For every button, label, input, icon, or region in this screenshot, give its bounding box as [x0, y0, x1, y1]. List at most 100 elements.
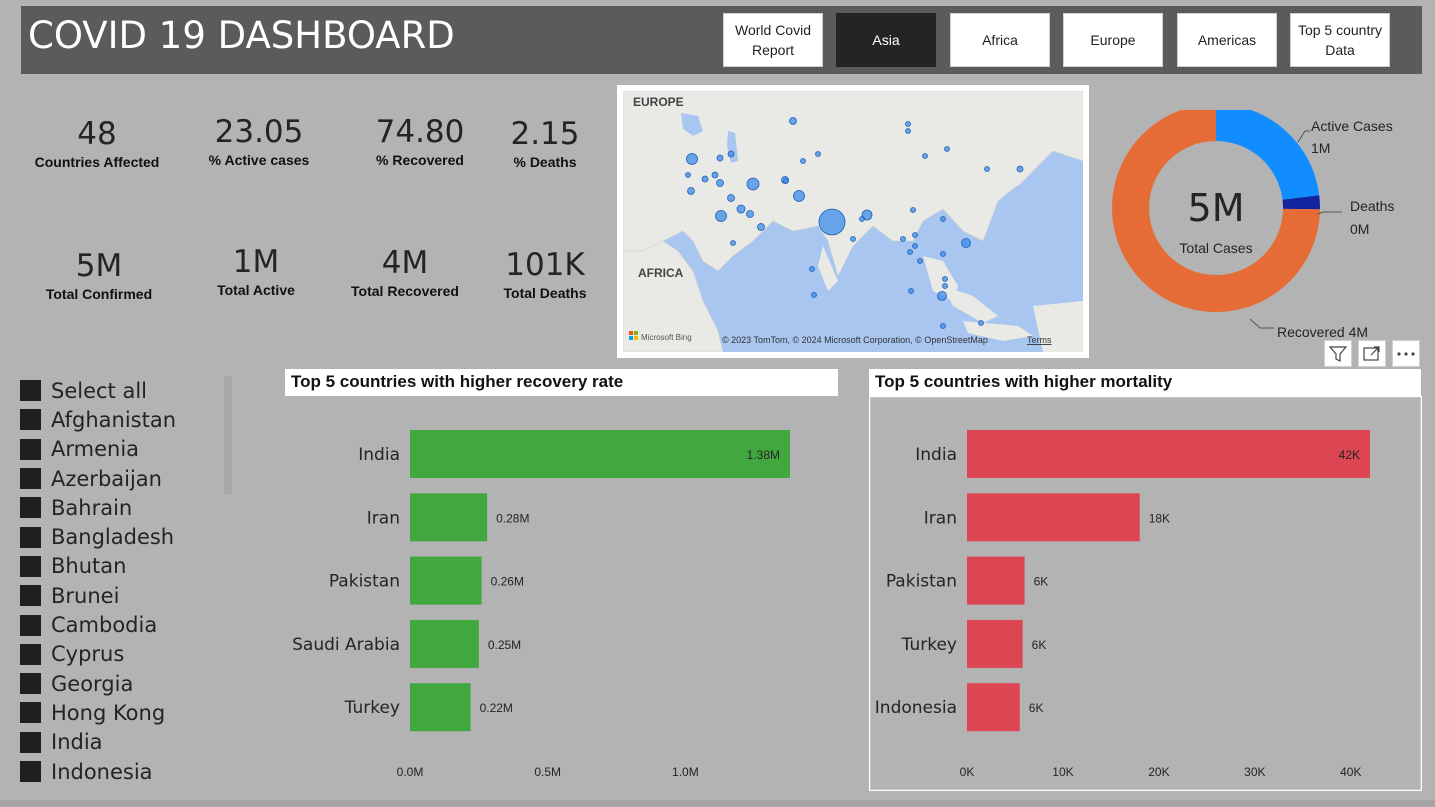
- bubble-south-korea[interactable]: [984, 166, 990, 172]
- checkbox-icon[interactable]: [20, 468, 41, 490]
- nav-button-americas[interactable]: Americas: [1177, 13, 1277, 67]
- bubble-cyprus[interactable]: [701, 175, 709, 183]
- checkbox-icon[interactable]: [20, 497, 41, 519]
- slicer-item[interactable]: Indonesia: [20, 757, 176, 786]
- bar-mortality[interactable]: [967, 493, 1140, 542]
- nav-button-europe[interactable]: Europe: [1063, 13, 1163, 67]
- bubble-sri-lanka[interactable]: [811, 292, 817, 298]
- checkbox-icon[interactable]: [20, 526, 41, 548]
- map-terms-link[interactable]: Terms: [1027, 335, 1052, 345]
- total-cases-donut[interactable]: 5M Total Cases Active Cases 1M Deaths 0M…: [1100, 110, 1420, 350]
- checkbox-icon[interactable]: [20, 438, 41, 460]
- checkbox-icon[interactable]: [20, 555, 41, 577]
- bubble-nepal[interactable]: [850, 236, 856, 242]
- bubble-malaysia[interactable]: [942, 276, 948, 282]
- bar-mortality[interactable]: [967, 683, 1020, 732]
- slicer-item[interactable]: Bahrain: [20, 493, 176, 522]
- bubble-singapore[interactable]: [942, 283, 948, 289]
- map-canvas[interactable]: EUROPE AFRICA Microsoft Bing © 2023 TomT…: [623, 91, 1083, 352]
- bubble-iraq[interactable]: [716, 179, 724, 187]
- bubble-mongolia-east[interactable]: [944, 146, 950, 152]
- bubble-iran[interactable]: [746, 177, 760, 191]
- bubble-uae[interactable]: [746, 210, 754, 218]
- slicer-item[interactable]: Cyprus: [20, 640, 176, 669]
- bar-recovery[interactable]: [410, 619, 479, 668]
- country-slicer[interactable]: Select all Afghanistan Armenia Azerbaijan Ba…: [20, 376, 176, 786]
- slicer-item[interactable]: India: [20, 728, 176, 757]
- bubble-israel[interactable]: [687, 187, 695, 195]
- checkbox-icon[interactable]: [20, 643, 41, 665]
- bubble-kyrgyzstan[interactable]: [815, 151, 821, 157]
- checkbox-icon[interactable]: [20, 702, 41, 724]
- recovery-bar-chart[interactable]: India 1.38M Iran 0.28M Pakistan 0.26M Saudi Ar…: [285, 396, 845, 791]
- slicer-item[interactable]: Afghanistan: [20, 405, 176, 434]
- bubble-hong-kong[interactable]: [912, 243, 918, 249]
- asia-bubble-map[interactable]: EUROPE AFRICA Microsoft Bing © 2023 TomT…: [617, 85, 1089, 358]
- bubble-azerbaijan[interactable]: [727, 150, 735, 158]
- slicer-item[interactable]: Bangladesh: [20, 522, 176, 551]
- bubble-lebanon[interactable]: [685, 172, 691, 178]
- nav-button-top5-country-data[interactable]: Top 5 country Data: [1290, 13, 1390, 67]
- bubble-philippines[interactable]: [961, 238, 971, 248]
- bubble-brunei[interactable]: [908, 288, 914, 294]
- bubble-qatar[interactable]: [736, 204, 746, 214]
- slicer-item[interactable]: Azerbaijan: [20, 464, 176, 493]
- checkbox-icon[interactable]: [20, 761, 41, 782]
- slicer-item[interactable]: Cambodia: [20, 610, 176, 639]
- bubble-georgia[interactable]: [716, 154, 724, 162]
- bubble-north[interactable]: [905, 128, 911, 134]
- bubble-turkey[interactable]: [686, 153, 698, 165]
- bubble-saudi-arabia[interactable]: [715, 210, 727, 222]
- slicer-select-all[interactable]: Select all: [20, 376, 176, 405]
- bubble-bali[interactable]: [940, 323, 946, 329]
- nav-button-asia[interactable]: Asia: [836, 13, 936, 67]
- slicer-item[interactable]: Hong Kong: [20, 698, 176, 727]
- slicer-item[interactable]: Bhutan: [20, 552, 176, 581]
- bubble-armenia[interactable]: [711, 171, 719, 179]
- checkbox-icon[interactable]: [20, 409, 41, 431]
- bar-mortality[interactable]: [967, 556, 1025, 605]
- bubble-vietnam[interactable]: [940, 216, 946, 222]
- bubble-myanmar[interactable]: [900, 236, 906, 242]
- bubble-maldives[interactable]: [809, 266, 815, 272]
- checkbox-icon[interactable]: [20, 585, 41, 607]
- focus-mode-icon[interactable]: [1358, 340, 1386, 367]
- bubble-cambodia[interactable]: [917, 258, 923, 264]
- mortality-bar-chart[interactable]: India 42K Iran 18K Pakistan 6K Turkey 6K Indones…: [869, 396, 1422, 791]
- bubble-north-china[interactable]: [922, 153, 928, 159]
- checkbox-icon[interactable]: [20, 673, 41, 695]
- bar-mortality[interactable]: [967, 430, 1370, 478]
- slicer-item[interactable]: Georgia: [20, 669, 176, 698]
- nav-button-africa[interactable]: Africa: [950, 13, 1050, 67]
- checkbox-icon[interactable]: [20, 380, 41, 402]
- bubble-tajikistan[interactable]: [783, 178, 789, 184]
- bubble-bhutan[interactable]: [859, 216, 865, 222]
- slicer-item[interactable]: Armenia: [20, 435, 176, 464]
- bubble-mongolia[interactable]: [905, 121, 911, 127]
- bubble-thailand[interactable]: [907, 249, 913, 255]
- bubble-indonesia[interactable]: [937, 291, 947, 301]
- more-options-icon[interactable]: [1392, 340, 1420, 367]
- bar-recovery[interactable]: [410, 683, 471, 732]
- bubble-pakistan[interactable]: [793, 190, 805, 202]
- bubble-japan[interactable]: [1016, 165, 1024, 173]
- checkbox-icon[interactable]: [20, 614, 41, 636]
- bubble-kuwait[interactable]: [727, 194, 735, 202]
- bar-recovery[interactable]: [410, 493, 488, 542]
- nav-button-world-covid-report[interactable]: World Covid Report: [723, 13, 823, 67]
- checkbox-icon[interactable]: [20, 731, 41, 753]
- bubble-taiwan[interactable]: [940, 251, 946, 257]
- slicer-scrollbar[interactable]: [224, 376, 232, 494]
- bubble-laos[interactable]: [912, 232, 918, 238]
- filter-icon[interactable]: [1324, 340, 1352, 367]
- bar-mortality[interactable]: [967, 619, 1023, 668]
- bubble-yemen[interactable]: [730, 240, 736, 246]
- slicer-item[interactable]: Brunei: [20, 581, 176, 610]
- bubble-uzbekistan[interactable]: [800, 158, 806, 164]
- bubble-india[interactable]: [818, 208, 846, 236]
- bubble-kazakhstan[interactable]: [789, 117, 797, 125]
- bubble-timor-leste[interactable]: [978, 320, 984, 326]
- bar-recovery[interactable]: [410, 556, 482, 605]
- bar-recovery[interactable]: [410, 430, 790, 478]
- bubble-china[interactable]: [910, 207, 916, 213]
